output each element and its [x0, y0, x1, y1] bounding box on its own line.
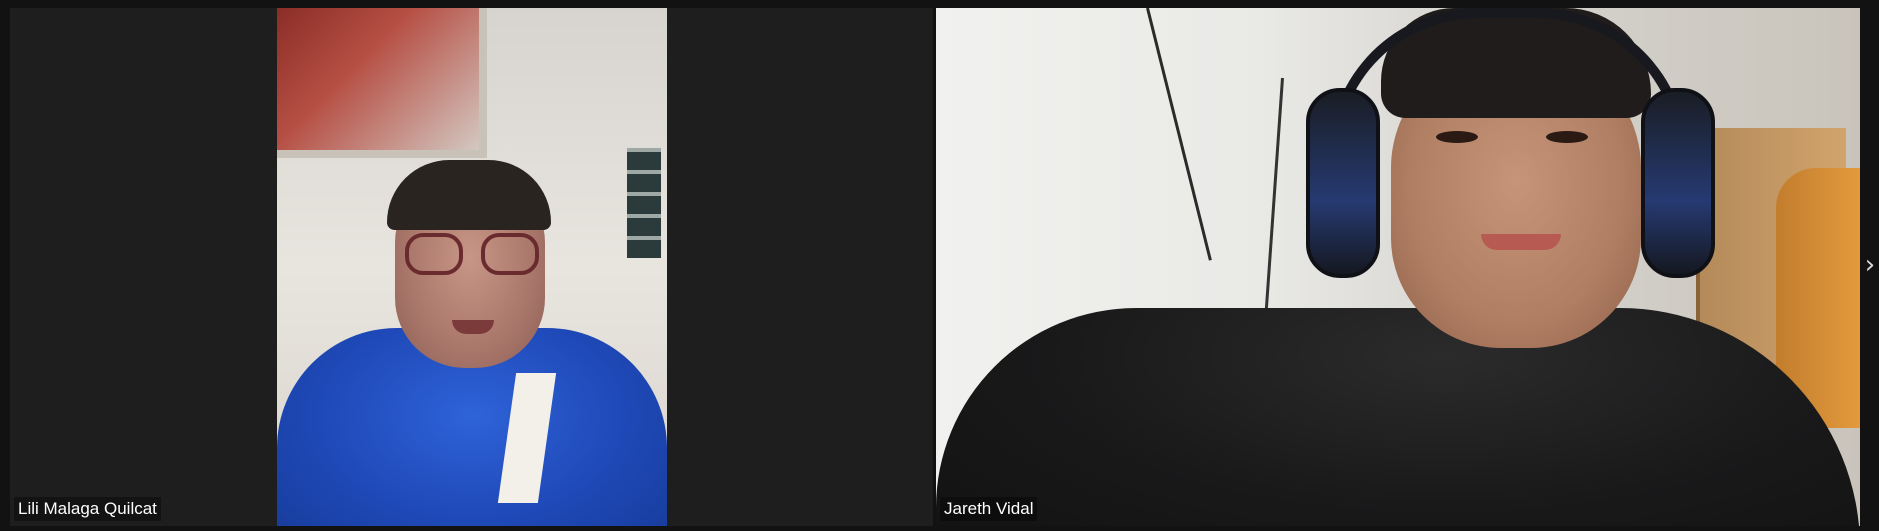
wall-cable [1146, 8, 1212, 261]
participant-eye [1436, 131, 1478, 143]
participant-name-label: Jareth Vidal [940, 497, 1038, 521]
headphones-band [1328, 8, 1688, 158]
headphones-right-cup [1641, 88, 1715, 278]
headphones-left-cup [1306, 88, 1380, 278]
wall-shelf [627, 148, 661, 258]
participant-name-label: Lili Malaga Quilcat [14, 497, 161, 521]
participant-tile-jareth[interactable]: Jareth Vidal [936, 8, 1860, 526]
wall-picture [277, 8, 487, 158]
video-gallery: Lili Malaga Quilcat Jareth Vidal › [0, 0, 1879, 531]
participant-mouth [1481, 234, 1561, 250]
participant-eye [1546, 131, 1588, 143]
participant-video-lili [277, 8, 667, 526]
participant-hair [387, 160, 551, 230]
glasses [405, 233, 539, 277]
participant-video-jareth [936, 8, 1860, 526]
chevron-right-icon[interactable]: › [1862, 248, 1878, 282]
participant-body [936, 308, 1860, 526]
participant-tile-lili[interactable]: Lili Malaga Quilcat [10, 8, 933, 526]
